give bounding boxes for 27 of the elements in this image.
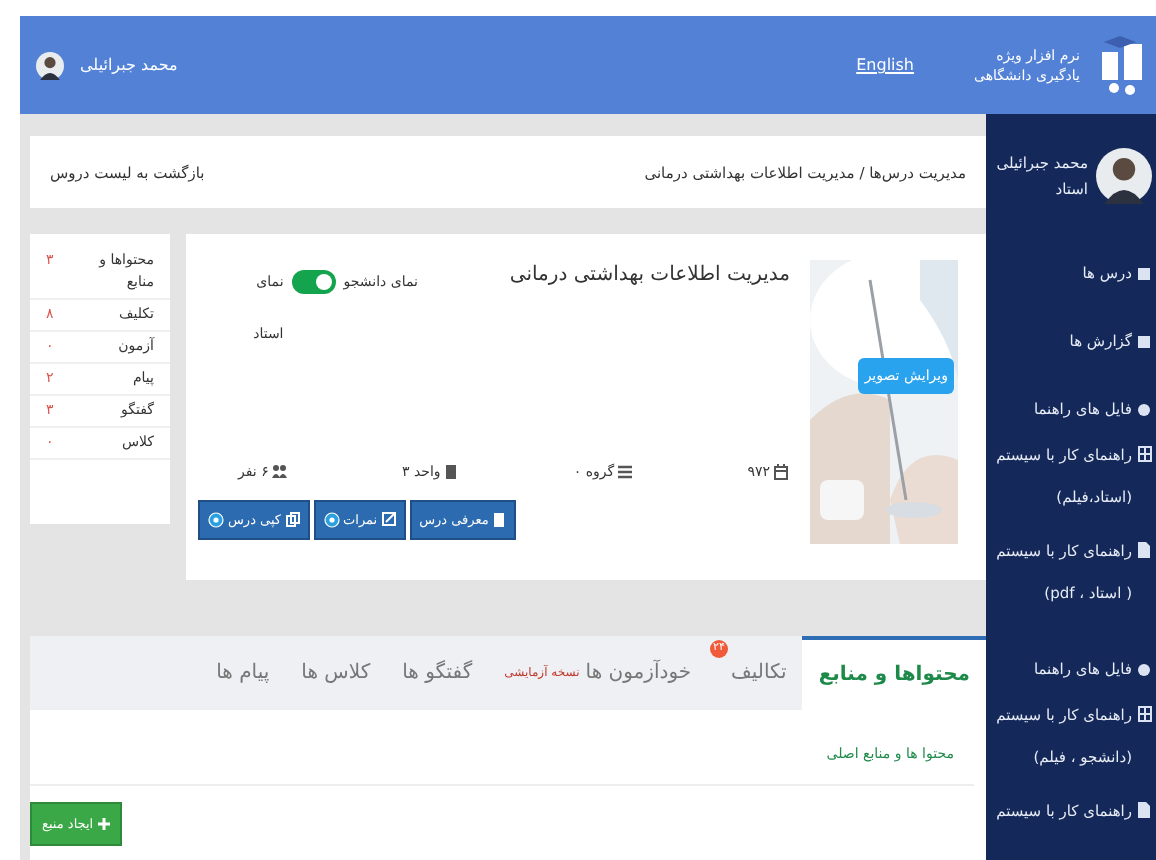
calendar-icon — [774, 464, 790, 480]
file-icon — [1138, 542, 1152, 558]
avatar-icon — [36, 51, 64, 79]
plus-icon — [97, 818, 110, 830]
tab[interactable]: پیام ها — [200, 636, 286, 710]
user-name[interactable]: محمد جبرائیلی — [80, 56, 178, 74]
logo-icon — [1096, 31, 1148, 99]
square-icon — [1138, 266, 1152, 282]
list-icon — [618, 464, 635, 480]
avatar-icon — [1096, 148, 1152, 204]
document-icon — [492, 512, 507, 528]
film-icon — [1138, 706, 1152, 722]
tab[interactable]: کلاس ها — [285, 636, 387, 710]
course-title: مدیریت اطلاعات بهداشتی درمانی — [509, 264, 790, 286]
dot-icon — [1138, 662, 1152, 678]
tab[interactable]: گفتگو ها — [386, 636, 489, 710]
copy-icon — [285, 512, 300, 528]
tab[interactable]: محتواها و منابع — [802, 636, 986, 710]
language-link[interactable]: English — [856, 56, 914, 74]
view-toggle[interactable] — [291, 270, 336, 294]
people-icon — [272, 464, 289, 480]
film-icon — [1138, 446, 1152, 462]
file-icon — [1138, 802, 1152, 818]
book-icon — [444, 464, 461, 480]
dot-icon — [1138, 402, 1152, 418]
square-icon — [1138, 334, 1152, 350]
edit-icon — [381, 512, 396, 528]
